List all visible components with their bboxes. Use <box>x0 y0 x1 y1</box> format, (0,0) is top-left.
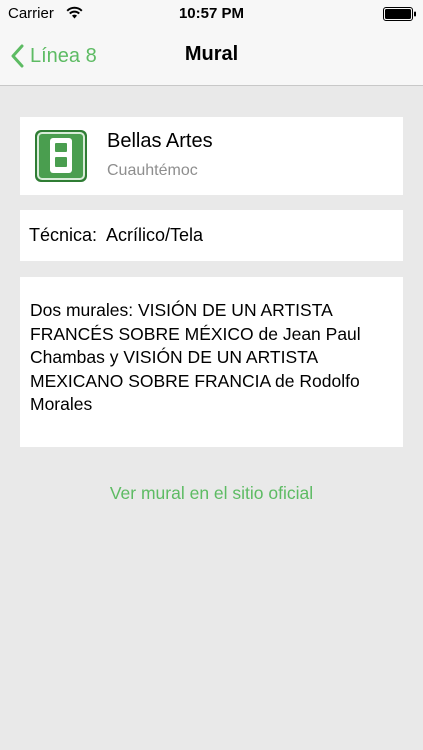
mural-description: Dos murales: VISIÓN DE UN ARTISTA FRANCÉ… <box>30 300 361 414</box>
official-site-link[interactable]: Ver mural en el sitio oficial <box>0 483 423 504</box>
station-name: Bellas Artes <box>107 130 213 152</box>
description-card: Dos murales: VISIÓN DE UN ARTISTA FRANCÉ… <box>20 277 403 447</box>
page-title: Mural <box>184 43 239 65</box>
battery-icon <box>383 7 417 21</box>
status-bar: Carrier 10:57 PM <box>0 0 423 28</box>
line-8-logo-icon <box>34 129 88 183</box>
station-borough: Cuauhtémoc <box>107 162 198 179</box>
station-card: Bellas Artes Cuauhtémoc <box>20 117 403 195</box>
technique-label: Técnica: <box>29 225 98 245</box>
technique-row: Técnica: Acrílico/Tela <box>29 225 203 246</box>
technique-value: Acrílico/Tela <box>106 225 204 245</box>
status-time: 10:57 PM <box>178 5 245 22</box>
navigation-bar: Línea 8 Mural <box>0 28 423 86</box>
technique-card: Técnica: Acrílico/Tela <box>20 210 403 261</box>
